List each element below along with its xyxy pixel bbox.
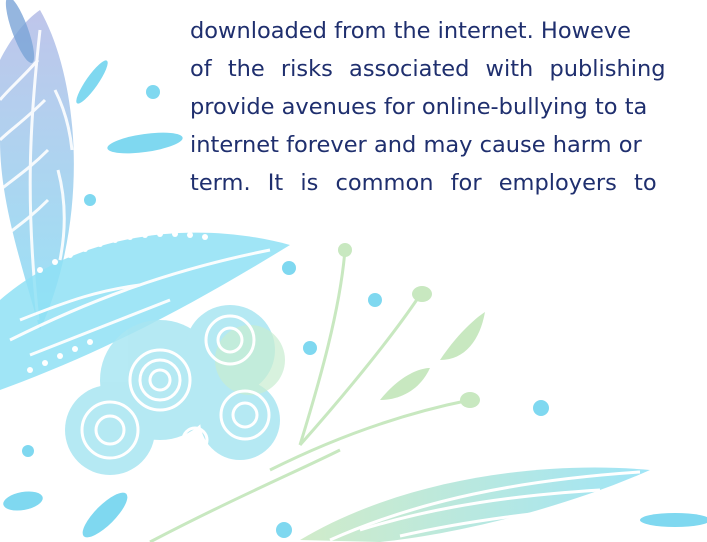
text-line-3: provide avenues for online-bullying to t… <box>190 94 648 120</box>
document-page: downloaded from the internet. Howeve of … <box>0 0 707 542</box>
body-text: downloaded from the internet. Howeve of … <box>190 12 707 202</box>
text-line-1: downloaded from the internet. Howeve <box>190 18 632 44</box>
text-line-5: term. It is common for employers to <box>190 170 657 196</box>
text-line-2: of the risks associated with publishing <box>190 56 666 82</box>
text-line-4: internet forever and may cause harm or <box>190 132 642 158</box>
